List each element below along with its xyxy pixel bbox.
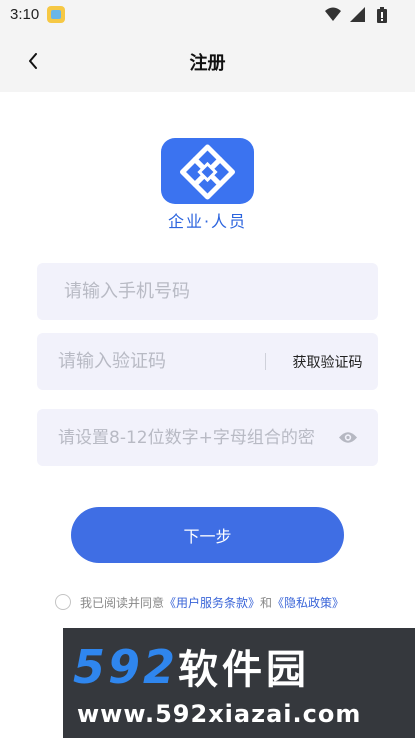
password-field: [37, 409, 378, 466]
next-button[interactable]: 下一步: [71, 507, 344, 563]
watermark-logo: 592软件园: [73, 642, 310, 695]
app-logo-icon: [180, 144, 235, 200]
battery-icon: [377, 7, 387, 23]
privacy-link[interactable]: 《隐私政策》: [272, 594, 344, 611]
status-time: 3:10: [10, 6, 40, 23]
page-title: 注册: [189, 53, 226, 74]
agree-checkbox[interactable]: [55, 594, 71, 610]
password-input[interactable]: [37, 409, 315, 466]
app-notification-icon: [47, 6, 65, 23]
status-bar: 3:10: [0, 0, 415, 30]
logo-caption: 企业·人员: [167, 212, 248, 231]
eye-icon[interactable]: [338, 430, 358, 445]
verification-code-input[interactable]: [37, 333, 262, 390]
terms-link[interactable]: 《用户服务条款》: [164, 594, 260, 611]
agreement-row: 我已阅读并同意 《用户服务条款》 和 《隐私政策》: [55, 592, 344, 612]
nav-bar: 注册: [0, 30, 415, 92]
phone-field: [37, 263, 378, 320]
signal-icon: [350, 7, 365, 22]
watermark-digits: 592: [73, 640, 179, 694]
watermark-name: 软件园: [178, 647, 311, 693]
get-code-button[interactable]: 获取验证码: [277, 333, 378, 390]
agreement-conjunction: 和: [260, 595, 273, 610]
agreement-prefix: 我已阅读并同意: [80, 595, 165, 610]
wifi-icon: [325, 7, 341, 21]
watermark-url: www.592xiazai.com: [77, 700, 362, 728]
verification-code-field: 获取验证码: [37, 333, 378, 390]
divider: [265, 353, 266, 370]
app-logo: [161, 138, 254, 204]
phone-input[interactable]: [37, 263, 378, 320]
watermark: 592软件园 www.592xiazai.com: [63, 628, 415, 738]
